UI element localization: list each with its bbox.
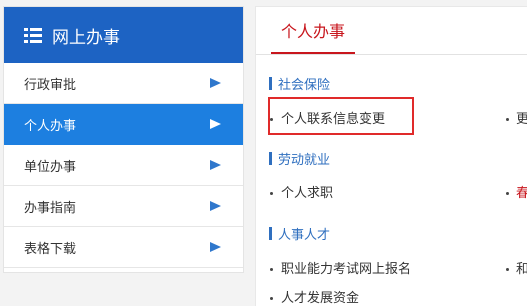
sidebar: 网上办事 行政审批 个人办事 单位办事 办事指南 表格下载	[3, 6, 244, 273]
list-item-label: 和	[516, 262, 527, 277]
list-item-label: 春	[516, 186, 527, 201]
section-title-text: 劳动就业	[278, 152, 331, 168]
list-item-label: 更	[516, 112, 527, 127]
list-item-partial[interactable]: 春	[506, 182, 527, 201]
bullet	[506, 192, 509, 195]
bullet	[270, 297, 273, 300]
sidebar-title: 网上办事	[52, 27, 120, 48]
list-item[interactable]: 人才发展资金	[270, 287, 359, 306]
section-marker	[269, 226, 272, 240]
sidebar-item-unit-affairs[interactable]: 单位办事	[4, 145, 243, 186]
list-item-label: 职业能力考试网上报名	[281, 262, 412, 277]
highlight-box	[268, 97, 414, 135]
section-title-text: 社会保险	[278, 77, 331, 93]
tab-personal-affairs[interactable]: 个人办事	[271, 7, 355, 54]
sidebar-item-label: 个人办事	[24, 118, 77, 134]
sidebar-item-service-guide[interactable]: 办事指南	[4, 186, 243, 227]
sidebar-menu: 行政审批 个人办事 单位办事 办事指南 表格下载	[4, 63, 243, 268]
section-title: 社会保险	[269, 74, 331, 93]
list-item[interactable]: 职业能力考试网上报名	[270, 258, 411, 277]
tab-bar: 个人办事	[256, 7, 527, 55]
arrow-right-icon	[210, 242, 221, 252]
bullet	[270, 192, 273, 195]
section-social-insurance: 社会保险	[269, 74, 331, 93]
list-icon	[24, 27, 42, 43]
sidebar-item-label: 表格下载	[24, 241, 77, 257]
section-title: 人事人才	[269, 224, 331, 243]
section-employment: 劳动就业	[269, 149, 331, 168]
arrow-right-icon	[210, 78, 221, 88]
bullet	[506, 268, 509, 271]
arrow-right-icon	[210, 160, 221, 170]
section-title: 劳动就业	[269, 149, 331, 168]
sidebar-item-label: 行政审批	[24, 77, 77, 93]
list-item-label: 人才发展资金	[281, 291, 360, 306]
sidebar-item-label: 单位办事	[24, 159, 77, 175]
section-marker	[269, 151, 272, 165]
list-item-partial[interactable]: 和	[506, 258, 527, 277]
sidebar-item-label: 办事指南	[24, 200, 77, 216]
section-marker	[269, 76, 272, 90]
list-item-label: 个人求职	[281, 186, 334, 201]
list-item-partial[interactable]: 更	[506, 108, 527, 127]
sidebar-item-administrative-approval[interactable]: 行政审批	[4, 63, 243, 104]
arrow-right-icon	[210, 201, 221, 211]
section-title-text: 人事人才	[278, 227, 331, 243]
list-item[interactable]: 个人求职	[270, 182, 333, 201]
sidebar-header: 网上办事	[4, 7, 243, 63]
section-talent: 人事人才	[269, 224, 331, 243]
bullet	[270, 268, 273, 271]
bullet	[506, 118, 509, 121]
arrow-right-icon	[210, 119, 221, 129]
main-panel: 个人办事 社会保险 个人联系信息变更 更 劳动就业 个人求职 春 人事人才 职业…	[255, 6, 527, 306]
sidebar-item-personal-affairs[interactable]: 个人办事	[4, 104, 243, 145]
sidebar-item-form-download[interactable]: 表格下载	[4, 227, 243, 268]
